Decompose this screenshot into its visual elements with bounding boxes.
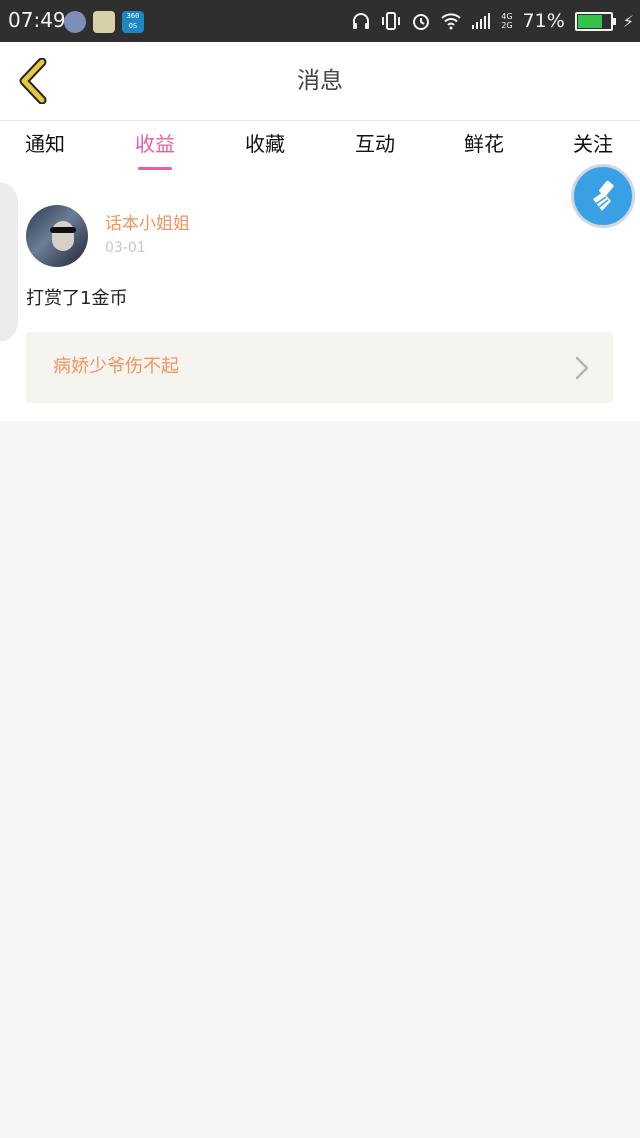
top-app-bar: 消息 bbox=[0, 42, 640, 121]
tab-label: 收藏 bbox=[245, 132, 285, 156]
message-item: 话本小姐姐 03-01 打赏了1金币 病娇少爷伤不起 bbox=[0, 181, 640, 421]
alarm-icon bbox=[413, 14, 430, 30]
message-date: 03-01 bbox=[105, 240, 146, 256]
tab-label: 通知 bbox=[25, 132, 65, 156]
status-bar: 07:49 360 OS 4G 2G 71% ⚡ bbox=[0, 0, 640, 42]
signal-icon bbox=[472, 13, 491, 29]
battery-percent: 71% bbox=[522, 10, 565, 32]
broom-icon bbox=[593, 180, 614, 211]
clean-floating-button[interactable] bbox=[571, 164, 635, 228]
vibrate-icon bbox=[382, 12, 401, 30]
status-time: 07:49 bbox=[8, 8, 66, 32]
message-text: 打赏了1金币 bbox=[26, 288, 128, 309]
tab-bar: 通知 收益 收藏 互动 鲜花 关注 bbox=[0, 121, 640, 181]
book-link-card[interactable]: 病娇少爷伤不起 bbox=[26, 332, 613, 403]
wifi-icon bbox=[441, 13, 461, 30]
chevron-right-icon bbox=[575, 356, 589, 380]
sender-name[interactable]: 话本小姐姐 bbox=[105, 213, 190, 235]
headphones-icon bbox=[353, 13, 370, 29]
tab-flowers[interactable]: 鲜花 bbox=[439, 131, 529, 171]
charging-icon: ⚡ bbox=[622, 11, 634, 31]
network-type: 4G 2G bbox=[501, 12, 513, 30]
os-notification-icon: 360 OS bbox=[122, 11, 144, 33]
battery-icon bbox=[574, 11, 616, 31]
page-title: 消息 bbox=[297, 68, 343, 94]
tab-favorites[interactable]: 收藏 bbox=[220, 131, 310, 171]
tab-label: 关注 bbox=[573, 132, 613, 156]
tab-interactions[interactable]: 互动 bbox=[330, 131, 420, 171]
book-title: 病娇少爷伤不起 bbox=[53, 356, 179, 377]
tab-earnings[interactable]: 收益 bbox=[110, 131, 200, 171]
active-tab-indicator bbox=[138, 167, 172, 170]
tab-notifications[interactable]: 通知 bbox=[0, 131, 90, 171]
tab-label: 收益 bbox=[135, 132, 175, 156]
avatar[interactable] bbox=[26, 205, 88, 267]
side-edge-handle[interactable] bbox=[0, 182, 18, 342]
tab-label: 鲜花 bbox=[464, 132, 504, 156]
app-notification-icon bbox=[64, 11, 86, 33]
app-notification-icon bbox=[93, 11, 115, 33]
tab-label: 互动 bbox=[355, 132, 395, 156]
